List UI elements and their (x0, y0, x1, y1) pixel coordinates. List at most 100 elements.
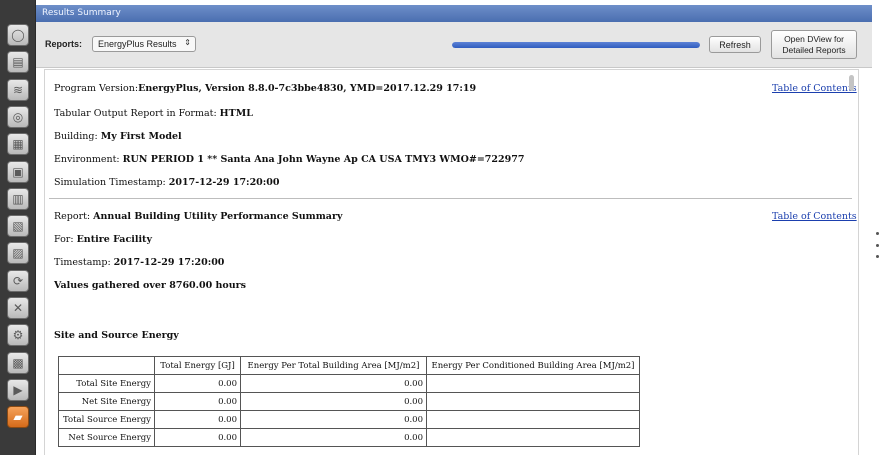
results-summary-icon: ▰ (13, 410, 23, 425)
facility-icon: ▥ (12, 191, 24, 206)
hvac-systems-icon: ⟳ (12, 273, 24, 288)
dview-button-line1: Open DView for (784, 34, 844, 44)
report-label: Report: (54, 211, 94, 222)
site-source-energy-table: Total Energy [GJ] Energy Per Total Build… (58, 356, 640, 447)
loads-icon: ◎ (12, 109, 24, 124)
table-cell (426, 428, 640, 447)
program-version-value: EnergyPlus, Version 8.8.0-7c3bbe4830, YM… (138, 83, 477, 94)
geometry-icon: ▣ (12, 164, 24, 179)
dview-button-line2: Detailed Reports (782, 45, 846, 55)
app-window: ◯ ▤ ≋ ◎ ▦ ▣ ▥ ▧ ▨ ⟳ ✕ ⚙ ▩ ▶ ▰ Results Summary Reports:… (0, 0, 885, 455)
dot (875, 255, 879, 258)
panel-title: Results Summary (36, 5, 872, 22)
program-version-label: Program Version: (54, 83, 139, 94)
scrollbar-thumb[interactable] (849, 75, 854, 91)
sidebar-tab-site[interactable]: ◯ (7, 24, 29, 46)
reports-dropdown[interactable]: EnergyPlus Results ⇕ (92, 36, 196, 52)
results-toolbar: Reports: EnergyPlus Results ⇕ Refresh Op… (36, 22, 872, 68)
for-line: For: Entire Facility (54, 234, 152, 245)
site-icon: ◯ (11, 28, 25, 42)
sidebar-tab-loads[interactable]: ◎ (7, 105, 29, 128)
format-label: Tabular Output Report in Format: (54, 108, 220, 119)
constructions-icon: ≋ (12, 82, 24, 97)
vertical-tab-bar: ◯ ▤ ≋ ◎ ▦ ▣ ▥ ▧ ▨ ⟳ ✕ ⚙ ▩ ▶ ▰ (0, 0, 36, 455)
table-row: Total Site Energy 0.00 0.00 (58, 374, 640, 393)
more-options-icon[interactable] (874, 232, 880, 258)
measures-icon: ▩ (12, 355, 24, 370)
building-line: Building: My First Model (54, 131, 182, 142)
table-of-contents-link[interactable]: Table of Contents (772, 83, 857, 94)
dot (875, 232, 879, 235)
report-name-value: Annual Building Utility Performance Summ… (93, 211, 343, 222)
table-header-cell: Total Energy [GJ] (154, 356, 241, 375)
table-cell (426, 392, 640, 411)
table-cell: 0.00 (154, 428, 241, 447)
vertical-scrollbar[interactable] (848, 73, 855, 453)
results-summary-panel: Results Summary Reports: EnergyPlus Resu… (36, 0, 885, 455)
table-cell: 0.00 (240, 428, 427, 447)
report-name-line: Report: Annual Building Utility Performa… (54, 211, 342, 222)
progress-fill (452, 42, 700, 48)
row-label: Total Site Energy (58, 374, 155, 393)
open-dview-button[interactable]: Open DView for Detailed Reports (771, 30, 857, 59)
sidebar-tab-facility[interactable]: ▥ (7, 187, 29, 210)
report-viewer[interactable]: Program Version:EnergyPlus, Version 8.8.… (44, 69, 859, 455)
load-progress-bar (452, 42, 700, 48)
simulation-timestamp-value: 2017-12-29 17:20:00 (168, 177, 280, 188)
sidebar-tab-constructions[interactable]: ≋ (7, 78, 29, 101)
simulation-timestamp-label: Simulation Timestamp: (54, 177, 169, 188)
refresh-button[interactable]: Refresh (709, 36, 761, 53)
format-value: HTML (219, 108, 253, 119)
sidebar-tab-results-summary[interactable]: ▰ (7, 406, 29, 429)
for-value: Entire Facility (76, 234, 152, 245)
variables-icon: ✕ (12, 301, 24, 315)
for-label: For: (54, 234, 77, 245)
building-value: My First Model (100, 131, 182, 142)
sidebar-tab-schedules[interactable]: ▤ (7, 51, 29, 74)
program-version-line: Program Version:EnergyPlus, Version 8.8.… (54, 83, 476, 94)
thermal-zones-icon: ▨ (12, 246, 24, 261)
sidebar-tab-measures[interactable]: ▩ (7, 351, 29, 374)
timestamp-label: Timestamp: (54, 257, 114, 268)
simulation-timestamp-line: Simulation Timestamp: 2017-12-29 17:20:0… (54, 177, 280, 188)
table-cell: 0.00 (240, 410, 427, 429)
timestamp-value: 2017-12-29 17:20:00 (113, 257, 225, 268)
reports-dropdown-value: EnergyPlus Results (98, 39, 177, 49)
sidebar-tab-space-types[interactable]: ▦ (7, 133, 29, 156)
reports-label: Reports: (45, 39, 83, 49)
sidebar-tab-thermal-zones[interactable]: ▨ (7, 242, 29, 265)
row-label: Net Site Energy (58, 392, 155, 411)
schedules-icon: ▤ (12, 55, 24, 70)
spaces-icon: ▧ (12, 219, 24, 234)
environment-label: Environment: (54, 154, 123, 165)
table-header-cell (58, 356, 155, 375)
table-row: Net Site Energy 0.00 0.00 (58, 392, 640, 411)
table-cell (426, 410, 640, 429)
building-label: Building: (54, 131, 101, 142)
timestamp-line: Timestamp: 2017-12-29 17:20:00 (54, 257, 224, 268)
table-cell: 0.00 (154, 410, 241, 429)
dot (875, 243, 879, 247)
space-types-icon: ▦ (12, 137, 24, 152)
simulation-settings-icon: ⚙ (12, 328, 24, 343)
table-header-cell: Energy Per Conditioned Building Area [MJ… (426, 356, 640, 375)
sidebar-tab-run-simulation[interactable]: ▶ (7, 378, 29, 401)
table-cell (426, 374, 640, 393)
table-row: Total Source Energy 0.00 0.00 (58, 410, 640, 429)
table-cell: 0.00 (240, 392, 427, 411)
sidebar-tab-hvac-systems[interactable]: ⟳ (7, 269, 29, 292)
table-header-row: Total Energy [GJ] Energy Per Total Build… (58, 356, 640, 375)
row-label: Net Source Energy (58, 428, 155, 447)
sidebar-tab-variables[interactable]: ✕ (7, 297, 29, 319)
sidebar-tab-simulation-settings[interactable]: ⚙ (7, 324, 29, 347)
table-cell: 0.00 (154, 392, 241, 411)
sidebar-tab-geometry[interactable]: ▣ (7, 160, 29, 183)
table-row: Net Source Energy 0.00 0.00 (58, 428, 640, 447)
table-of-contents-link-2[interactable]: Table of Contents (772, 211, 857, 222)
environment-line: Environment: RUN PERIOD 1 ** Santa Ana J… (54, 154, 524, 165)
row-label: Total Source Energy (58, 410, 155, 429)
run-simulation-icon: ▶ (13, 382, 23, 397)
sidebar-tab-spaces[interactable]: ▧ (7, 215, 29, 238)
table-cell: 0.00 (240, 374, 427, 393)
table-header-cell: Energy Per Total Building Area [MJ/m2] (240, 356, 427, 375)
